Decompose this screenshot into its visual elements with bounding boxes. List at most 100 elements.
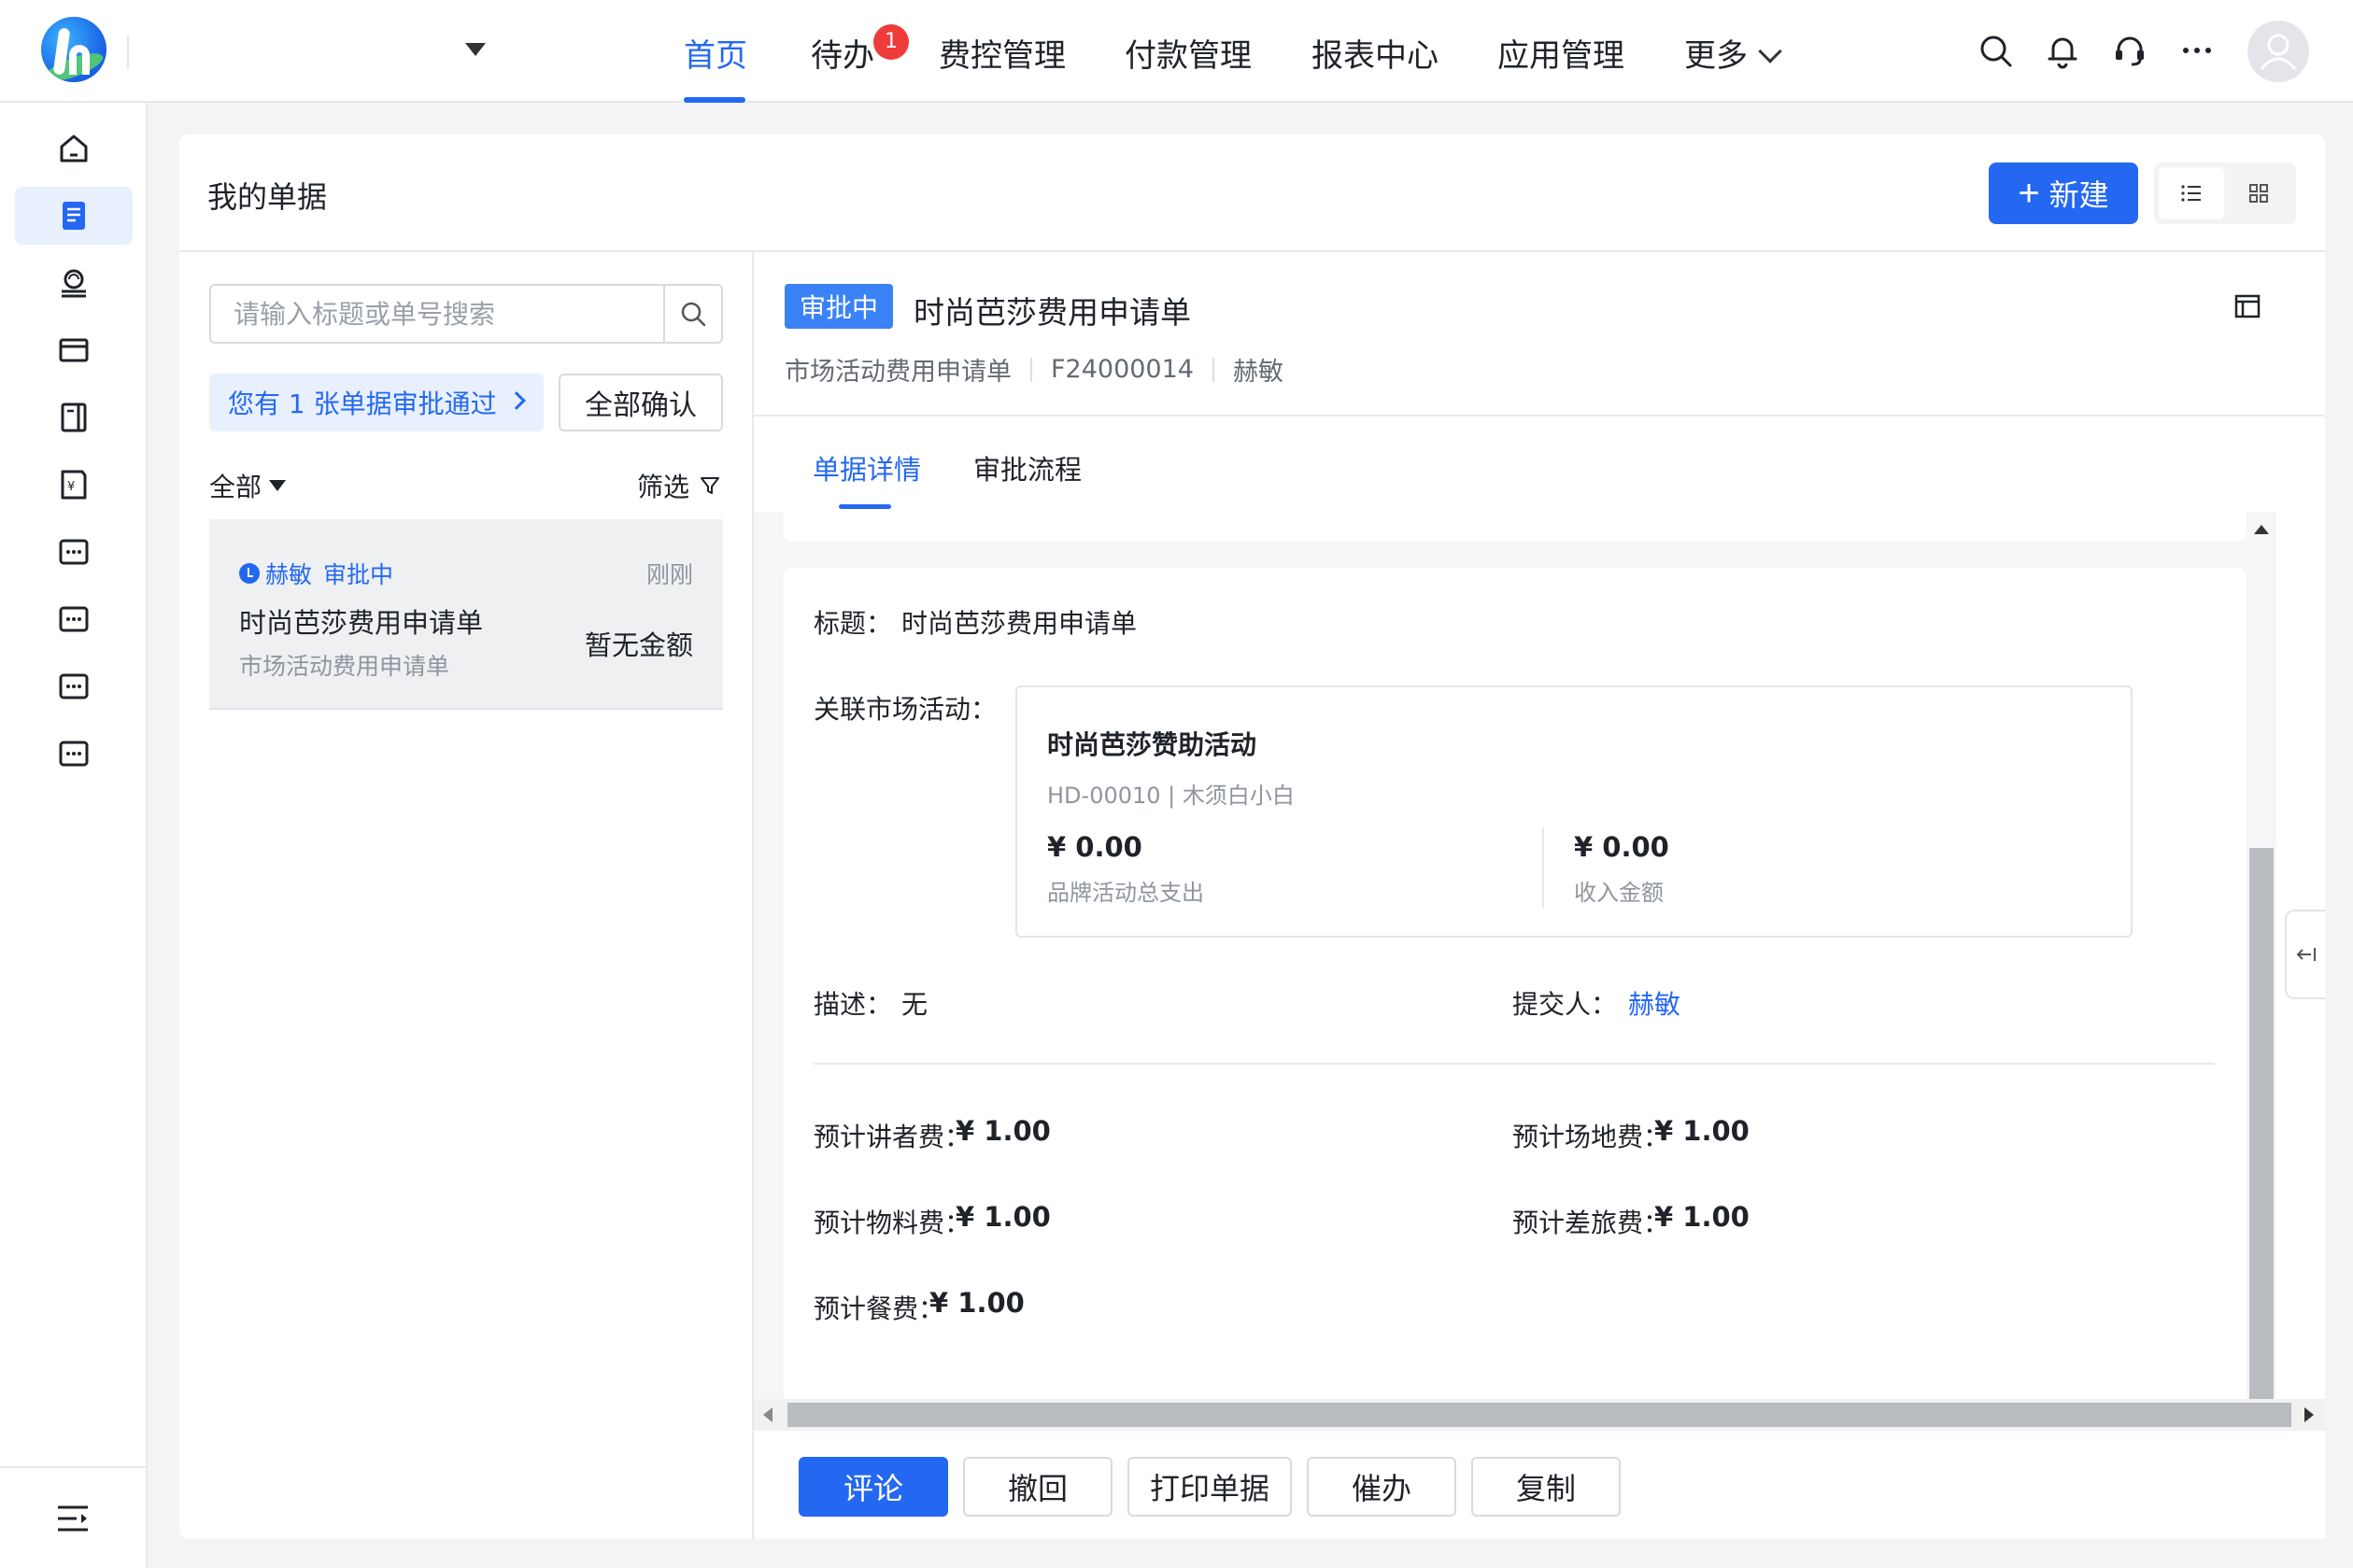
scroll-up-icon[interactable] [2254, 525, 2269, 534]
collapse-side-panel-tab[interactable] [2285, 910, 2325, 999]
arrow-left-bar-icon [2296, 948, 2316, 961]
scroll-right-icon[interactable] [2304, 1407, 2314, 1422]
caret-down-icon [269, 480, 287, 491]
rail-stamp-icon[interactable] [15, 254, 133, 312]
approval-notice[interactable]: 您有 1 张单据审批通过 [209, 374, 544, 431]
clock-icon [239, 563, 260, 584]
org-switcher-caret-icon[interactable] [465, 43, 486, 56]
list-view-icon[interactable] [2159, 167, 2224, 219]
chevron-right-icon [507, 391, 526, 410]
view-toggle [2154, 162, 2296, 224]
nav-item-reports[interactable]: 报表中心 [1311, 30, 1439, 76]
top-bar: 首页 待办 1 费控管理 付款管理 报表中心 应用管理 更多 [0, 0, 2353, 103]
detail-meta: 市场活动费用申请单 F24000014 赫敏 [785, 351, 1283, 388]
rail-document-icon[interactable] [15, 187, 133, 245]
nav-active-indicator [684, 97, 745, 103]
rail-receipt-icon[interactable]: ¥ [15, 456, 133, 514]
document-list-item[interactable]: 赫敏 审批中 刚刚 时尚芭莎费用申请单 市场活动费用申请单 暂无金额 [209, 519, 723, 710]
form-divider [814, 1063, 2215, 1065]
meta-doc-number: F24000014 [1051, 355, 1194, 384]
fee-value-meals: ¥ 1.00 [929, 1287, 1025, 1319]
search-button[interactable] [663, 286, 721, 342]
new-button-label: 新建 [2048, 178, 2109, 212]
collapse-menu-icon[interactable] [54, 1500, 92, 1537]
withdraw-button[interactable]: 撤回 [963, 1457, 1113, 1517]
new-document-button[interactable]: + 新建 [1989, 162, 2138, 224]
fee-value-speaker: ¥ 1.00 [956, 1115, 1051, 1147]
horizontal-scrollbar[interactable] [754, 1399, 2325, 1431]
activity-income: ¥ 0.00 [1574, 831, 1669, 863]
activity-income-label: 收入金额 [1574, 880, 1664, 906]
tab-approval-flow[interactable]: 审批流程 [973, 448, 1082, 487]
nav-item-home[interactable]: 首页 [684, 30, 747, 76]
confirm-all-button[interactable]: 全部确认 [559, 374, 723, 431]
rail-app-icon[interactable] [15, 590, 133, 648]
fee-label-travel: 预计差旅费： [1512, 1208, 1670, 1238]
todo-count-badge: 1 [873, 24, 909, 60]
status-filter-dropdown[interactable]: 全部 [209, 467, 287, 504]
detail-header-divider [754, 415, 2325, 417]
chevron-down-icon[interactable] [1758, 39, 1782, 64]
print-button[interactable]: 打印单据 [1127, 1457, 1292, 1517]
desc-value: 无 [901, 989, 928, 1020]
logo-divider [127, 35, 129, 69]
activity-code: HD-00010 | 木须白小白 [1047, 783, 1295, 809]
app-logo-icon[interactable] [41, 17, 106, 82]
search-icon [681, 302, 706, 327]
submitter-link[interactable]: 赫敏 [1628, 984, 1680, 1022]
doc-status: 赫敏 审批中 [239, 557, 393, 590]
rail-wallet-icon[interactable] [15, 321, 133, 379]
horizontal-scroll-thumb[interactable] [787, 1403, 2291, 1427]
plus-icon: + [2018, 173, 2040, 214]
meta-divider [1212, 357, 1214, 382]
rail-divider [0, 1466, 146, 1468]
scroll-left-icon[interactable] [763, 1407, 773, 1422]
vertical-scroll-thumb[interactable] [2249, 848, 2274, 1464]
desc-label: 描述： [814, 989, 893, 1020]
rail-app-icon[interactable] [15, 657, 133, 715]
copy-button[interactable]: 复制 [1471, 1457, 1621, 1517]
nav-item-more[interactable]: 更多 [1684, 30, 1748, 76]
rail-ledger-icon[interactable] [15, 388, 133, 446]
search-box [209, 284, 723, 344]
meta-doc-type: 市场活动费用申请单 [785, 358, 1012, 387]
rail-app-icon[interactable] [15, 523, 133, 581]
grid-view-icon[interactable] [2226, 167, 2291, 219]
avatar-icon[interactable] [2247, 21, 2309, 82]
nav-item-expense-control[interactable]: 费控管理 [939, 30, 1066, 76]
doc-submitter: 赫敏 [265, 561, 313, 588]
title-value: 时尚芭莎费用申请单 [901, 608, 1138, 639]
filter-label: 筛选 [637, 472, 690, 502]
form-card: 标题： 时尚芭莎费用申请单 关联市场活动： 时尚芭莎赞助活动 HD-00010 … [784, 568, 2247, 1408]
fee-label-meals: 预计餐费： [814, 1293, 945, 1324]
fee-label-venue: 预计场地费： [1512, 1122, 1670, 1152]
doc-status-text: 审批中 [323, 561, 394, 588]
nav-item-todo[interactable]: 待办 [811, 30, 874, 76]
submitter-label: 提交人： [1512, 989, 1618, 1020]
linked-activity-card[interactable]: 时尚芭莎赞助活动 HD-00010 | 木须白小白 ¥ 0.00 品牌活动总支出… [1015, 685, 2133, 938]
comment-button[interactable]: 评论 [799, 1457, 948, 1517]
rail-app-icon[interactable] [15, 725, 133, 783]
expand-panel-icon[interactable] [2233, 291, 2262, 321]
nav-item-payment[interactable]: 付款管理 [1125, 30, 1252, 76]
status-badge: 审批中 [785, 284, 894, 329]
detail-title: 时尚芭莎费用申请单 [914, 294, 1191, 331]
tab-active-indicator [839, 504, 891, 509]
activity-divider [1542, 827, 1544, 908]
tab-details[interactable]: 单据详情 [813, 448, 921, 487]
rail-home-icon[interactable] [15, 120, 133, 177]
more-icon[interactable] [2178, 32, 2216, 69]
urge-button[interactable]: 催办 [1307, 1457, 1456, 1517]
funnel-icon [701, 477, 720, 494]
nav-item-apps[interactable]: 应用管理 [1497, 30, 1624, 76]
fee-value-venue: ¥ 1.00 [1654, 1115, 1750, 1147]
activity-label: 关联市场活动： [814, 694, 998, 725]
filter-button[interactable]: 筛选 [637, 467, 721, 504]
page-title: 我的单据 [207, 179, 328, 215]
headset-icon[interactable] [2111, 32, 2148, 69]
bell-icon[interactable] [2044, 32, 2081, 69]
vertical-scrollbar[interactable] [2246, 512, 2277, 1535]
fee-label-materials: 预计物料费： [814, 1208, 971, 1238]
search-icon[interactable] [1977, 32, 2014, 69]
search-input[interactable] [211, 286, 663, 342]
